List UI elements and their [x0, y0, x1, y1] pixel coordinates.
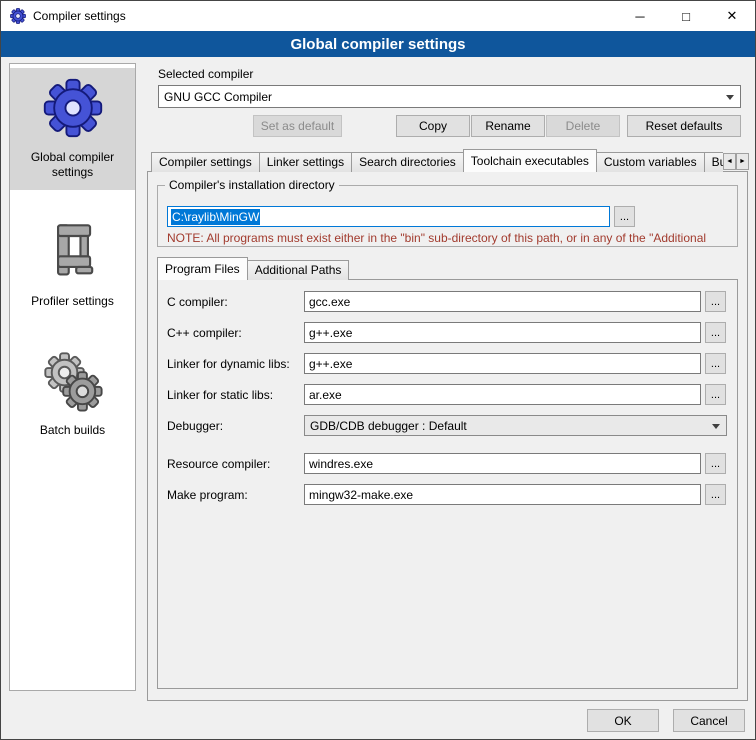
sidebar-item-batch-builds[interactable]: Batch builds: [10, 341, 135, 448]
sidebar-item-label: Global compiler settings: [14, 150, 131, 180]
debugger-value: GDB/CDB debugger : Default: [310, 419, 467, 433]
linker-dynamic-input[interactable]: [304, 353, 701, 374]
tab-scroll-left-button[interactable]: ◄: [723, 153, 736, 170]
sidebar-item-global-compiler-settings[interactable]: Global compiler settings: [10, 68, 135, 190]
cpp-compiler-input[interactable]: [304, 322, 701, 343]
c-compiler-input[interactable]: [304, 291, 701, 312]
sidebar-item-label: Profiler settings: [31, 294, 114, 309]
c-compiler-label: C compiler:: [167, 295, 228, 309]
tab-linker-settings[interactable]: Linker settings: [259, 152, 352, 172]
linker-static-input[interactable]: [304, 384, 701, 405]
gray-gears-icon: [41, 349, 105, 413]
installation-directory-input[interactable]: C:\raylib\MinGW: [167, 206, 610, 227]
tab-compiler-settings[interactable]: Compiler settings: [151, 152, 260, 172]
installation-directory-browse-button[interactable]: ...: [614, 206, 635, 227]
linker-dynamic-browse-button[interactable]: ...: [705, 353, 726, 374]
debugger-label: Debugger:: [167, 419, 223, 433]
resource-compiler-input[interactable]: [304, 453, 701, 474]
set-as-default-button[interactable]: Set as default: [253, 115, 342, 137]
c-compiler-browse-button[interactable]: ...: [705, 291, 726, 312]
tab-custom-variables[interactable]: Custom variables: [596, 152, 705, 172]
linker-static-browse-button[interactable]: ...: [705, 384, 726, 405]
chevron-down-icon: [712, 424, 720, 429]
chevron-down-icon: [726, 95, 734, 100]
settings-tabs: Compiler settings Linker settings Search…: [151, 149, 723, 172]
ok-button[interactable]: OK: [587, 709, 659, 732]
linker-dynamic-label: Linker for dynamic libs:: [167, 357, 290, 371]
tab-toolchain-executables[interactable]: Toolchain executables: [463, 149, 597, 172]
linker-static-label: Linker for static libs:: [167, 388, 273, 402]
selected-compiler-dropdown[interactable]: GNU GCC Compiler: [158, 85, 741, 108]
installation-note: NOTE: All programs must exist either in …: [167, 231, 733, 245]
settings-category-list: Global compiler settings Profiler settin…: [9, 63, 136, 691]
clamp-icon: [41, 220, 105, 284]
app-gear-icon: [10, 8, 26, 24]
rename-button[interactable]: Rename: [471, 115, 545, 137]
cpp-compiler-label: C++ compiler:: [167, 326, 242, 340]
tab-search-directories[interactable]: Search directories: [351, 152, 464, 172]
program-tabs: Program Files Additional Paths: [157, 258, 348, 280]
compiler-settings-dialog: Compiler settings ─ □ ✕ Global compiler …: [0, 0, 756, 740]
titlebar: Compiler settings ─ □ ✕: [1, 1, 755, 31]
make-program-label: Make program:: [167, 488, 248, 502]
make-program-input[interactable]: [304, 484, 701, 505]
tab-additional-paths[interactable]: Additional Paths: [247, 260, 350, 280]
delete-button[interactable]: Delete: [546, 115, 620, 137]
installation-directory-group-label: Compiler's installation directory: [165, 178, 339, 192]
resource-compiler-browse-button[interactable]: ...: [705, 453, 726, 474]
cpp-compiler-browse-button[interactable]: ...: [705, 322, 726, 343]
selected-compiler-label: Selected compiler: [158, 67, 253, 81]
tab-program-files[interactable]: Program Files: [157, 257, 248, 280]
cancel-button[interactable]: Cancel: [673, 709, 745, 732]
installation-directory-value: C:\raylib\MinGW: [171, 209, 260, 225]
tab-scroll-right-button[interactable]: ►: [736, 153, 749, 170]
tab-build-options-clipped[interactable]: Buil: [704, 152, 723, 172]
resource-compiler-label: Resource compiler:: [167, 457, 270, 471]
copy-button[interactable]: Copy: [396, 115, 470, 137]
close-button[interactable]: ✕: [709, 1, 755, 31]
minimize-button[interactable]: ─: [617, 1, 663, 31]
debugger-dropdown[interactable]: GDB/CDB debugger : Default: [304, 415, 727, 436]
selected-compiler-value: GNU GCC Compiler: [164, 90, 272, 104]
maximize-button[interactable]: □: [663, 1, 709, 31]
sidebar-item-profiler-settings[interactable]: Profiler settings: [10, 212, 135, 319]
dialog-header: Global compiler settings: [1, 31, 755, 57]
make-program-browse-button[interactable]: ...: [705, 484, 726, 505]
window-title: Compiler settings: [33, 9, 126, 23]
sidebar-item-label: Batch builds: [40, 423, 105, 438]
reset-defaults-button[interactable]: Reset defaults: [627, 115, 741, 137]
blue-gear-icon: [41, 76, 105, 140]
